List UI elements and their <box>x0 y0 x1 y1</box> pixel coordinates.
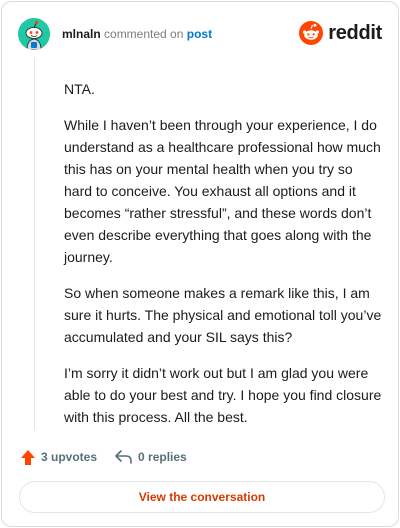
comment-paragraph: So when someone makes a remark like this… <box>64 285 382 345</box>
comment-byline: mlnaln commented on post <box>62 27 212 41</box>
view-conversation-button[interactable]: View the conversation <box>19 481 385 513</box>
post-link[interactable]: post <box>187 27 212 41</box>
reddit-logo-icon <box>299 21 324 45</box>
comment-body: NTA. While I haven’t been through your e… <box>64 78 382 442</box>
snoo-avatar-icon[interactable] <box>18 18 50 50</box>
comment-paragraph: NTA. <box>64 81 95 97</box>
reply-count: 0 replies <box>138 450 187 464</box>
upvote-arrow-icon <box>21 449 35 465</box>
upvote-button[interactable]: 3 upvotes <box>20 449 97 466</box>
comment-header: mlnaln commented on post reddit <box>18 18 382 54</box>
brand-name: reddit <box>328 21 382 44</box>
byline-verb: commented on <box>104 27 184 41</box>
thread-line <box>34 58 35 430</box>
upvote-count: 3 upvotes <box>41 450 98 464</box>
username-link[interactable]: mlnaln <box>62 27 101 41</box>
comment-paragraph: While I haven’t been through your experi… <box>64 117 381 265</box>
reply-arrow-icon <box>115 450 132 464</box>
comment-actions: 3 upvotes 0 replies <box>20 446 187 468</box>
reply-button[interactable]: 0 replies <box>115 449 187 465</box>
comment-embed-card: mlnaln commented on post reddit NTA. Whi… <box>1 1 399 527</box>
comment-paragraph: I’m sorry it didn’t work out but I am gl… <box>64 365 382 425</box>
reddit-brand[interactable]: reddit <box>299 20 382 46</box>
